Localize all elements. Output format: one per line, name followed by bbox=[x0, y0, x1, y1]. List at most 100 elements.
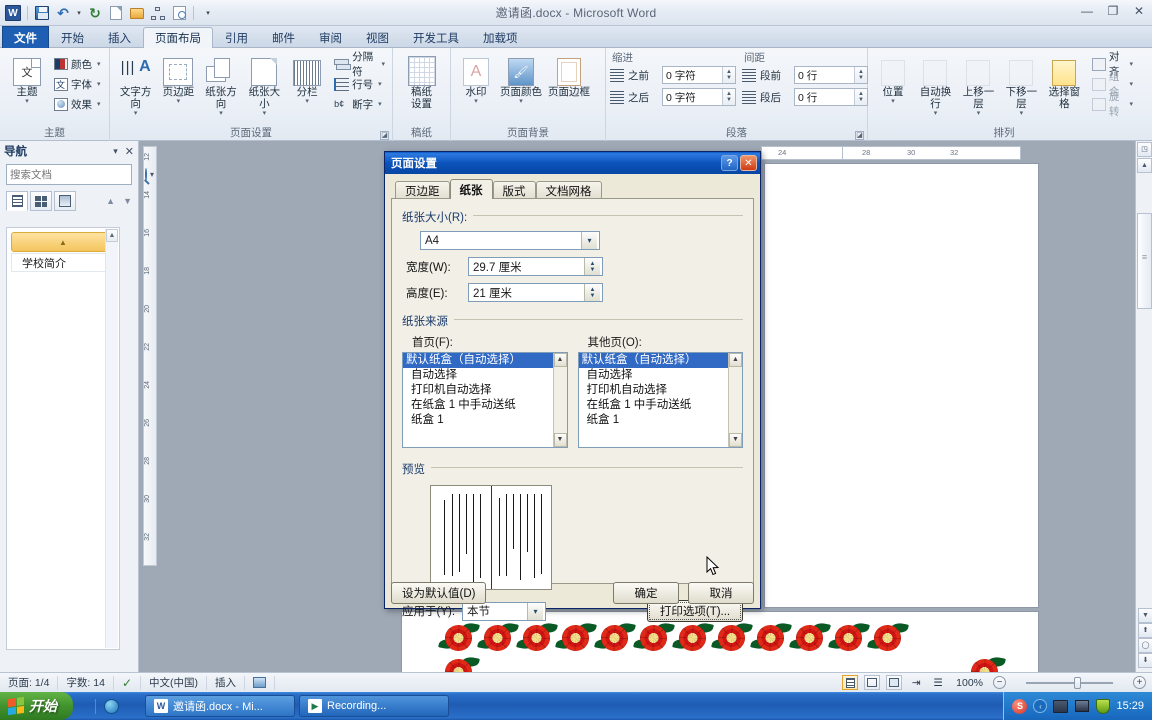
list-item[interactable]: 纸盒 1 bbox=[403, 413, 567, 428]
theme-colors-button[interactable]: 颜色 ▾ bbox=[50, 54, 104, 74]
nav-tab-headings[interactable] bbox=[6, 191, 28, 211]
minimize-button[interactable]: — bbox=[1078, 2, 1096, 20]
spacing-after-spinner[interactable]: ▲ ▼ bbox=[854, 89, 867, 105]
tab-addins[interactable]: 加载项 bbox=[471, 27, 530, 48]
scroll-down-icon[interactable]: ▼ bbox=[729, 433, 742, 447]
horizontal-ruler[interactable]: 24 28 30 32 bbox=[761, 146, 1021, 160]
nav-heading-item[interactable]: 学校简介 bbox=[11, 253, 115, 272]
zoom-level[interactable]: 100% bbox=[956, 677, 983, 689]
hyphenation-button[interactable]: b¢ 断字 ▾ bbox=[331, 94, 388, 114]
display-icon[interactable] bbox=[1074, 699, 1089, 714]
search-options-icon[interactable]: ▾ bbox=[150, 170, 154, 179]
page-setup-dialog[interactable]: 页面设置 ? ✕ 页边距 纸张 版式 文档网格 纸张大小(R): A4 ▾ 宽度… bbox=[384, 151, 761, 622]
navigation-scrollbar[interactable]: ▲ bbox=[105, 229, 118, 648]
apply-to-combo[interactable]: 本节 ▾ bbox=[462, 601, 546, 621]
spacing-before-spinner[interactable]: ▲ ▼ bbox=[854, 67, 867, 83]
spell-check-icon[interactable]: ✓ bbox=[114, 675, 142, 690]
tab-view[interactable]: 视图 bbox=[354, 27, 401, 48]
list-item[interactable]: 默认纸盒（自动选择） bbox=[403, 353, 567, 368]
restore-button[interactable]: ❐ bbox=[1104, 2, 1122, 20]
height-spinner[interactable]: 21 厘米 ▲ ▼ bbox=[468, 283, 603, 302]
bring-forward-button[interactable]: 上移一层 ▾ bbox=[957, 52, 1000, 118]
nav-heading-item-selected[interactable]: ▲ bbox=[11, 232, 115, 252]
indent-left-field[interactable]: 0 字符 ▲ ▼ bbox=[662, 66, 736, 84]
dialog-help-button[interactable]: ? bbox=[721, 155, 738, 171]
navigation-heading-list[interactable]: ▲ 学校简介 ▲ bbox=[6, 227, 120, 650]
status-word-count[interactable]: 字数: 14 bbox=[58, 675, 114, 690]
tab-references[interactable]: 引用 bbox=[213, 27, 260, 48]
chevron-down-icon[interactable]: ▾ bbox=[527, 602, 543, 620]
tab-review[interactable]: 审阅 bbox=[307, 27, 354, 48]
zoom-slider-knob[interactable] bbox=[1074, 676, 1081, 689]
record-macro-icon[interactable] bbox=[245, 675, 276, 690]
internet-explorer-icon[interactable] bbox=[104, 698, 119, 714]
rotate-button[interactable]: 旋转 ▾ bbox=[1089, 91, 1136, 118]
orientation-button[interactable]: 纸张方向 ▾ bbox=[199, 52, 242, 118]
theme-effects-button[interactable]: 效果 ▾ bbox=[50, 94, 104, 114]
status-language[interactable]: 中文(中国) bbox=[141, 675, 208, 690]
scroll-down-icon[interactable]: ▼ bbox=[1138, 608, 1152, 623]
navigation-search-box[interactable]: ▾ bbox=[6, 164, 154, 185]
start-button[interactable]: 开始 bbox=[0, 692, 73, 720]
paragraph-dialog-launcher[interactable]: ◪ bbox=[855, 131, 864, 140]
previous-page-icon[interactable]: ⬆ bbox=[1138, 623, 1152, 638]
outline-icon[interactable]: ⇥ bbox=[908, 675, 924, 690]
scroll-thumb[interactable] bbox=[1137, 213, 1152, 309]
selection-pane-button[interactable]: 选择窗格 bbox=[1043, 52, 1086, 110]
taskbar-clock[interactable]: 15:29 bbox=[1116, 700, 1144, 712]
network-icon[interactable] bbox=[1053, 699, 1069, 714]
height-spin-buttons[interactable]: ▲ ▼ bbox=[584, 284, 600, 301]
theme-fonts-button[interactable]: 文 字体 ▾ bbox=[50, 74, 104, 94]
status-page[interactable]: 页面: 1/4 bbox=[0, 675, 59, 690]
dialog-tab-document-grid[interactable]: 文档网格 bbox=[535, 181, 602, 199]
print-layout-icon[interactable] bbox=[842, 675, 859, 690]
list-item[interactable]: 在纸盒 1 中手动送纸 bbox=[403, 398, 567, 413]
list-item[interactable]: 纸盒 1 bbox=[579, 413, 743, 428]
line-numbers-button[interactable]: 行号 ▾ bbox=[331, 74, 388, 94]
zoom-slider[interactable] bbox=[1012, 676, 1127, 690]
search-input[interactable] bbox=[10, 168, 145, 181]
list-item[interactable]: 在纸盒 1 中手动送纸 bbox=[579, 398, 743, 413]
navigation-close-icon[interactable]: ✕ bbox=[125, 145, 134, 158]
manuscript-settings-button[interactable]: 稿纸 设置 bbox=[401, 52, 443, 110]
nav-prev-icon[interactable]: ▲ bbox=[106, 196, 115, 206]
set-default-button[interactable]: 设为默认值(D) bbox=[391, 582, 487, 604]
first-page-scrollbar[interactable]: ▲ ▼ bbox=[552, 353, 567, 447]
close-button[interactable]: ✕ bbox=[1130, 2, 1148, 20]
columns-button[interactable]: 分栏 ▾ bbox=[286, 52, 328, 106]
window-controls[interactable]: — ❐ ✕ bbox=[1078, 2, 1148, 20]
wrap-text-button[interactable]: 自动换行 ▾ bbox=[914, 52, 957, 118]
margins-button[interactable]: 页边距 ▾ bbox=[157, 52, 199, 106]
width-spin-buttons[interactable]: ▲ ▼ bbox=[584, 258, 600, 275]
search-icon[interactable] bbox=[145, 168, 147, 181]
paper-size-button[interactable]: 纸张大小 ▾ bbox=[243, 52, 286, 118]
themes-button[interactable]: 文 主题 ▾ bbox=[4, 52, 50, 106]
page-color-button[interactable]: 🖌 页面颜色 ▾ bbox=[497, 52, 545, 106]
scroll-down-icon[interactable]: ▼ bbox=[553, 433, 567, 447]
select-browse-object-icon[interactable]: ◳ bbox=[1137, 142, 1152, 157]
taskbar-item-word[interactable]: W 邀请函.docx - Mi... bbox=[145, 695, 295, 717]
list-item[interactable]: 打印机自动选择 bbox=[403, 383, 567, 398]
text-direction-button[interactable]: 文字方向 ▾ bbox=[114, 52, 157, 118]
other-pages-scrollbar[interactable]: ▲ ▼ bbox=[728, 353, 742, 447]
tab-home[interactable]: 开始 bbox=[49, 27, 96, 48]
zoom-in-icon[interactable]: + bbox=[1133, 676, 1146, 689]
tab-page-layout[interactable]: 页面布局 bbox=[143, 27, 213, 48]
dialog-tab-margins[interactable]: 页边距 bbox=[395, 181, 450, 199]
status-insert-mode[interactable]: 插入 bbox=[207, 675, 246, 690]
taskbar-item-recording[interactable]: ▶ Recording... bbox=[299, 695, 449, 717]
dialog-tab-layout[interactable]: 版式 bbox=[492, 181, 536, 199]
page-borders-button[interactable]: 页面边框 bbox=[545, 52, 593, 98]
tab-file[interactable]: 文件 bbox=[2, 26, 49, 48]
nav-tab-pages[interactable] bbox=[30, 191, 52, 211]
list-item[interactable]: 自动选择 bbox=[403, 368, 567, 383]
scroll-up-icon[interactable]: ▲ bbox=[1137, 158, 1152, 173]
chevron-down-icon[interactable]: ▾ bbox=[581, 232, 597, 249]
position-button[interactable]: 位置 ▾ bbox=[872, 52, 914, 106]
ok-button[interactable]: 确定 bbox=[613, 582, 679, 604]
tab-mailings[interactable]: 邮件 bbox=[260, 27, 307, 48]
other-pages-listbox[interactable]: 默认纸盒（自动选择） 自动选择 打印机自动选择 在纸盒 1 中手动送纸 纸盒 1… bbox=[577, 352, 743, 448]
full-screen-reading-icon[interactable] bbox=[864, 675, 881, 690]
tab-insert[interactable]: 插入 bbox=[96, 27, 143, 48]
document-page-1[interactable] bbox=[764, 163, 1039, 608]
